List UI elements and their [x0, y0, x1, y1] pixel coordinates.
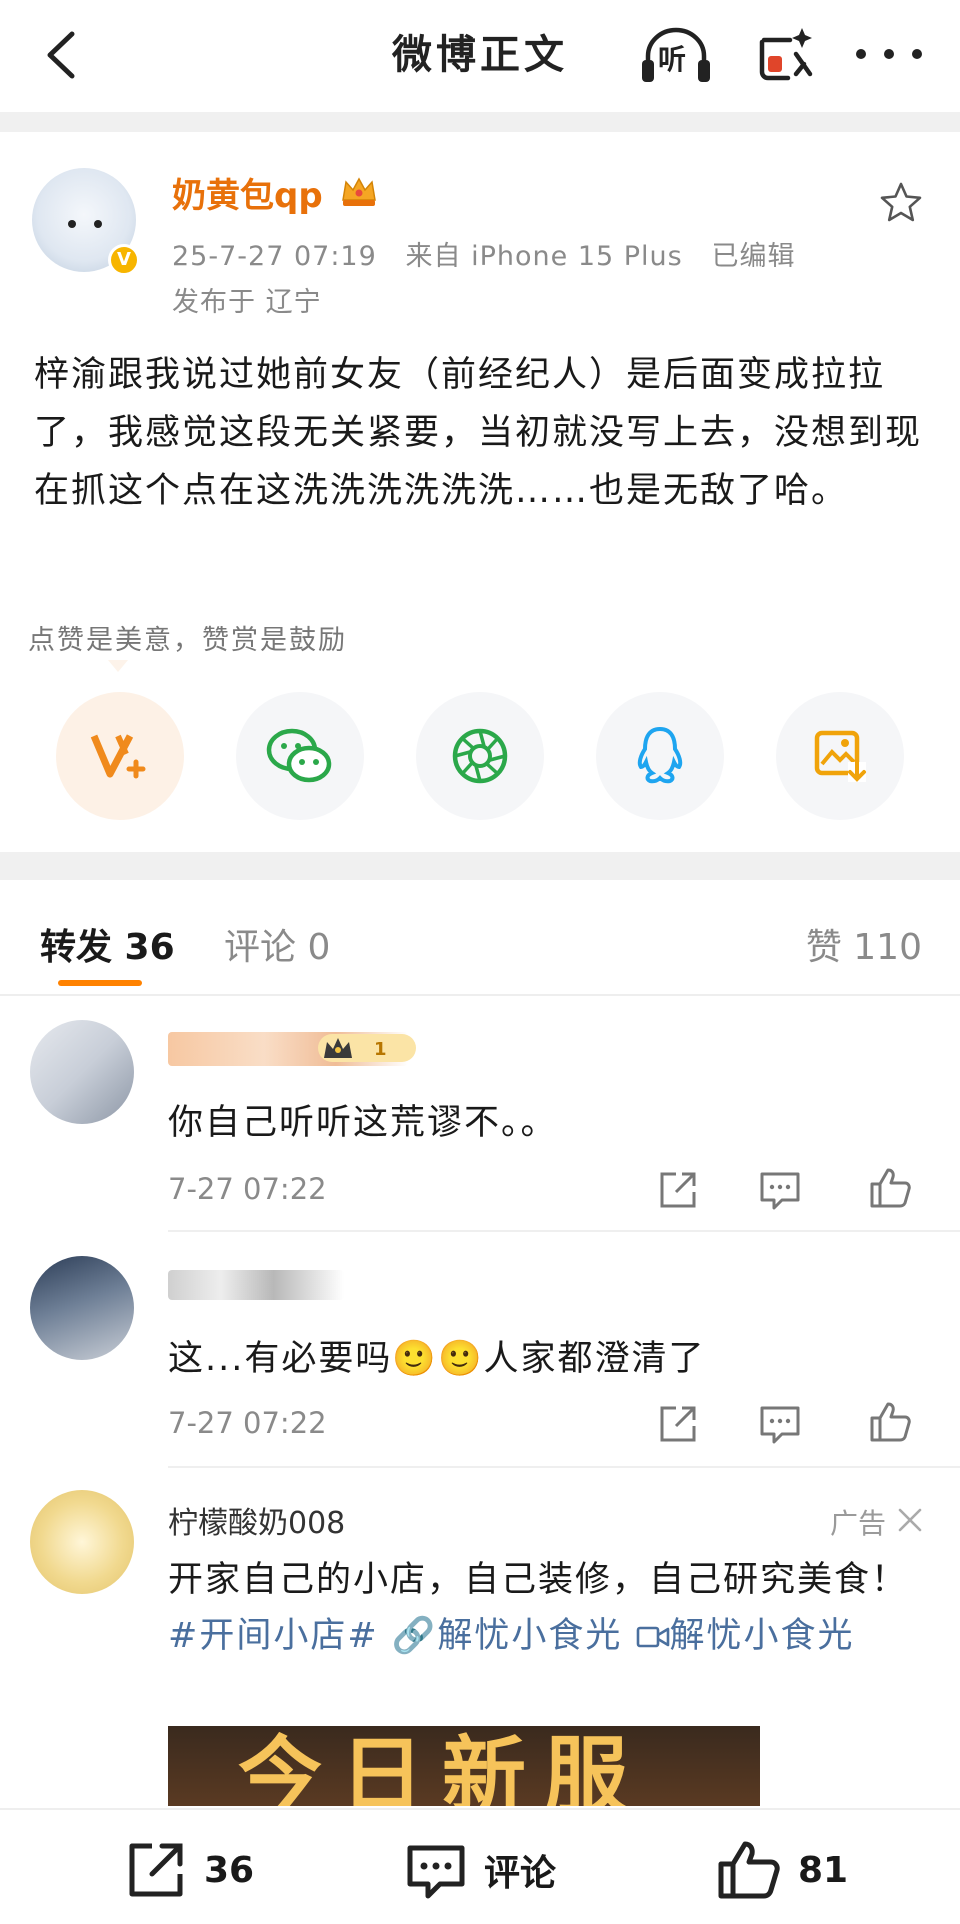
bottom-action-bar: 36 评论 81 — [0, 1808, 960, 1924]
ad-image[interactable]: 今日新服 — [168, 1726, 760, 1806]
tab-like[interactable]: 赞 110 — [806, 918, 922, 970]
reward-tip-caret — [108, 660, 128, 672]
ad-image-caption: 今日新服 — [238, 1727, 647, 1806]
comment-divider — [168, 1466, 960, 1468]
comment-text: 你自己听听这荒谬不。。 — [168, 1103, 558, 1143]
verified-badge-icon: V — [108, 244, 140, 276]
share-moments-button[interactable] — [416, 692, 544, 820]
reward-icon — [90, 734, 146, 779]
tab-repost[interactable]: 转发 36 — [40, 918, 175, 970]
comment-time: 7-27 07:22 — [168, 1172, 327, 1206]
ad-tag: 广告 — [829, 1507, 886, 1540]
more-dots-icon[interactable] — [856, 34, 922, 74]
comment-button[interactable]: 评论 — [404, 1838, 556, 1902]
ad-link-1[interactable]: 🔗解忧小食光 — [392, 1616, 623, 1656]
reply-icon[interactable] — [758, 1402, 802, 1446]
commenter-avatar[interactable] — [30, 1256, 134, 1360]
comment-divider — [168, 1230, 960, 1232]
top-nav: 微博正文 听 — [0, 0, 960, 112]
post-edited: 已编辑 — [711, 241, 796, 272]
author-avatar[interactable]: V — [32, 168, 140, 276]
like-icon[interactable] — [868, 1166, 912, 1210]
post-location: 发布于 辽宁 — [172, 287, 322, 318]
commenter-name-blurred[interactable] — [168, 1270, 344, 1300]
listen-button[interactable]: 听 — [640, 26, 712, 86]
advertiser-name[interactable]: 柠檬酸奶008 — [168, 1498, 345, 1542]
comment-time: 7-27 07:22 — [168, 1406, 327, 1440]
comment-text: 这...有必要吗🙂🙂人家都澄清了 — [168, 1339, 706, 1379]
commenter-avatar[interactable] — [30, 1020, 134, 1124]
section-divider — [0, 852, 960, 880]
ad-text: 开家自己的小店，自己装修，自己研究美食！ #开间小店# 🔗解忧小食光 解忧小食光 — [168, 1552, 908, 1664]
listen-label: 听 — [658, 43, 687, 76]
like-icon — [718, 1841, 780, 1899]
like-count: 81 — [798, 1849, 849, 1891]
repost-count: 36 — [204, 1849, 255, 1891]
ad-hashtag[interactable]: #开间小店# — [168, 1616, 379, 1656]
moments-icon — [452, 728, 508, 784]
tab-active-indicator — [58, 980, 142, 986]
reward-button[interactable] — [56, 692, 184, 820]
comment-label: 评论 — [484, 1853, 557, 1894]
ad-text-main: 开家自己的小店，自己装修，自己研究美食！ — [168, 1560, 909, 1600]
comment-icon — [407, 1845, 465, 1899]
save-image-icon — [814, 730, 866, 782]
share-qq-button[interactable] — [596, 692, 724, 820]
share-wechat-button[interactable] — [236, 692, 364, 820]
save-image-button[interactable] — [776, 692, 904, 820]
section-divider — [0, 112, 960, 132]
ad-link-2-text: 解忧小食光 — [669, 1616, 855, 1656]
interaction-tabs: 转发 36 评论 0 赞 110 — [0, 880, 960, 992]
vip-level-badge-icon: 1 — [318, 1034, 416, 1062]
video-icon — [636, 1626, 669, 1648]
repost-button[interactable]: 36 — [124, 1838, 254, 1902]
svg-text:1: 1 — [374, 1039, 387, 1060]
like-button[interactable]: 81 — [716, 1838, 848, 1902]
vip-crown-icon — [342, 177, 376, 206]
ai-assistant-icon[interactable] — [752, 22, 818, 88]
post-content: 梓渝跟我说过她前女友（前经纪人）是后面变成拉拉了，我感觉这段无关紧要，当初就没写… — [34, 355, 923, 511]
favorite-star-icon[interactable] — [878, 180, 924, 226]
like-icon[interactable] — [868, 1400, 912, 1444]
share-row — [56, 692, 906, 822]
reward-tip: 点赞是美意，赞赏是鼓励 — [28, 625, 347, 656]
repost-icon[interactable] — [656, 1402, 700, 1446]
author-name[interactable]: 奶黄包qp — [172, 168, 323, 217]
wechat-icon — [266, 728, 332, 783]
repost-icon[interactable] — [656, 1168, 700, 1212]
close-icon[interactable] — [896, 1506, 924, 1534]
reply-icon[interactable] — [758, 1168, 802, 1212]
qq-icon — [637, 726, 683, 784]
post-meta: 25-7-27 07:19 来自 iPhone 15 Plus 已编辑 — [172, 234, 796, 273]
repost-icon — [129, 1843, 183, 1897]
post-source: 来自 iPhone 15 Plus — [405, 241, 683, 272]
tabs-divider — [0, 994, 960, 996]
ad-link-2[interactable]: 解忧小食光 — [636, 1616, 855, 1656]
post-time: 25-7-27 07:19 — [172, 241, 377, 272]
advertiser-avatar[interactable] — [30, 1490, 134, 1594]
